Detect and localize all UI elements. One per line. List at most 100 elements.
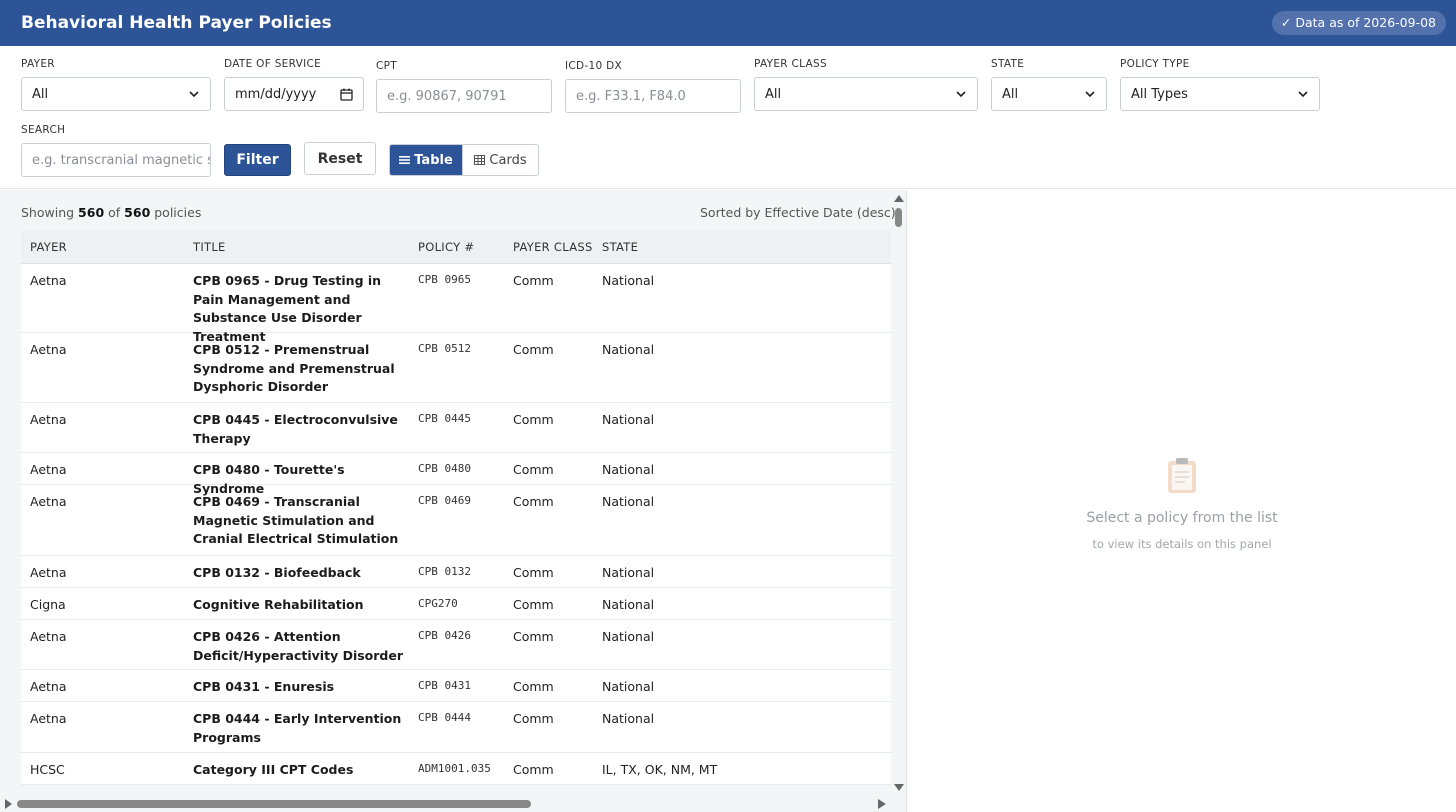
row-payer-class: Comm	[513, 412, 554, 427]
payer-class-select[interactable]: All	[754, 77, 978, 111]
row-payer: Aetna	[30, 629, 67, 644]
policy-type-select[interactable]: All Types	[1120, 77, 1320, 111]
table-row[interactable]: Aetna CPB 0445 - Electroconvulsive Therap…	[21, 403, 891, 453]
cpt-input[interactable]: e.g. 90867, 90791	[376, 79, 552, 113]
row-title: CPB 0426 - Attention Deficit/Hyperactivi…	[193, 629, 404, 663]
filter-panel: PAYER All DATE OF SERVICE mm/dd/yyyy CPT…	[0, 46, 1456, 189]
row-payer-class: Comm	[513, 679, 554, 694]
table-row[interactable]: Aetna CPB 0132 - Biofeedback CPB 0132 Comm N…	[21, 556, 891, 588]
reset-button[interactable]: Reset	[304, 142, 376, 175]
row-state: National	[602, 462, 655, 477]
row-title: CPB 0512 - Premenstrual Syndrome and Pre…	[193, 342, 395, 395]
column-header-policy[interactable]: POLICY #	[418, 240, 474, 254]
table-row[interactable]: Aetna CPB 0444 - Early Intervention Progr…	[21, 702, 891, 753]
row-payer-class: Comm	[513, 762, 554, 777]
table-row[interactable]: Aetna CPB 0426 - Attention Deficit/Hypera…	[21, 620, 891, 670]
row-state: National	[602, 273, 655, 288]
search-label: SEARCH	[21, 124, 66, 136]
payer-class-filter: PAYER CLASS	[754, 58, 827, 70]
row-payer-class: Comm	[513, 597, 554, 612]
row-title: CPB 0444 - Early Intervention Programs	[193, 711, 402, 745]
state-select[interactable]: All	[991, 77, 1107, 111]
total-count: 560	[124, 205, 151, 220]
row-state: National	[602, 597, 655, 612]
app-header: Behavioral Health Payer Policies ✓ Data …	[0, 0, 1456, 46]
row-state: National	[602, 342, 655, 357]
row-policy-number: CPB 0444	[418, 711, 471, 724]
search-input[interactable]: e.g. transcranial magnetic st	[21, 143, 211, 177]
table-row[interactable]: Aetna CPB 0965 - Drug Testing in Pain Man…	[21, 264, 891, 344]
table-body: Aetna CPB 0965 - Drug Testing in Pain Man…	[21, 264, 891, 785]
search-placeholder: e.g. transcranial magnetic st	[32, 152, 211, 168]
row-policy-number: CPB 0480	[418, 462, 471, 475]
row-policy-number: CPB 0965	[418, 273, 471, 286]
summary-suffix: policies	[154, 205, 202, 220]
table-row[interactable]: HCSC Category III CPT Codes ADM1001.035 Com…	[21, 753, 891, 785]
state-label: STATE	[991, 58, 1025, 70]
cpt-label: CPT	[376, 60, 397, 72]
policy-type-label: POLICY TYPE	[1120, 58, 1190, 70]
date-of-service-placeholder: mm/dd/yyyy	[235, 86, 317, 102]
row-title: CPB 0445 - Electroconvulsive Therapy	[193, 412, 398, 446]
column-header-title[interactable]: TITLE	[193, 240, 408, 254]
chevron-down-icon	[189, 91, 199, 98]
horizontal-scrollbar[interactable]	[0, 796, 891, 812]
page-title: Behavioral Health Payer Policies	[21, 13, 332, 33]
policy-type-filter: POLICY TYPE	[1120, 58, 1190, 70]
table-header: PAYER TITLE POLICY # PAYER CLASS STATE	[21, 230, 891, 264]
table-row[interactable]: Aetna CPB 0469 - Transcranial Magnetic St…	[21, 485, 891, 556]
state-value: All	[1002, 86, 1019, 102]
row-state: IL, TX, OK, NM, MT	[602, 762, 718, 777]
row-state: National	[602, 565, 655, 580]
table-view-button[interactable]: Table	[390, 145, 463, 175]
payer-select[interactable]: All	[21, 77, 211, 111]
table-row[interactable]: Cigna Cognitive Rehabilitation CPG270 Comm N…	[21, 588, 891, 620]
cards-view-label: Cards	[489, 152, 527, 168]
table-row[interactable]: Aetna CPB 0431 - Enuresis CPB 0431 Comm Nati…	[21, 670, 891, 702]
row-payer-class: Comm	[513, 342, 554, 357]
summary-of: of	[108, 205, 121, 220]
cards-view-button[interactable]: Cards	[462, 145, 538, 175]
row-state: National	[602, 494, 655, 509]
row-policy-number: CPB 0431	[418, 679, 471, 692]
policy-table: PAYER TITLE POLICY # PAYER CLASS STATE A…	[21, 230, 891, 785]
row-payer-class: Comm	[513, 273, 554, 288]
row-payer: Aetna	[30, 565, 67, 580]
date-of-service-label: DATE OF SERVICE	[224, 58, 322, 70]
payer-select-value: All	[32, 86, 49, 102]
vertical-scrollbar[interactable]	[891, 190, 907, 798]
row-payer: Aetna	[30, 412, 67, 427]
search-filter: SEARCH	[21, 124, 65, 136]
column-header-payer[interactable]: PAYER	[30, 240, 67, 254]
table-row[interactable]: Aetna CPB 0480 - Tourette's Syndrome CPB 0…	[21, 453, 891, 496]
table-row[interactable]: Aetna CPB 0512 - Premenstrual Syndrome an…	[21, 333, 891, 403]
calendar-icon[interactable]	[340, 88, 353, 101]
policy-type-value: All Types	[1131, 86, 1188, 102]
row-payer-class: Comm	[513, 711, 554, 726]
row-payer: Aetna	[30, 342, 67, 357]
row-state: National	[602, 679, 655, 694]
row-payer: Aetna	[30, 679, 67, 694]
chevron-down-icon	[1298, 91, 1308, 98]
grid-icon	[474, 155, 486, 165]
payer-filter-label: PAYER	[21, 58, 55, 70]
row-policy-number: CPB 0132	[418, 565, 471, 578]
row-title: CPB 0431 - Enuresis	[193, 679, 335, 694]
row-policy-number: CPG270	[418, 597, 458, 610]
column-header-state[interactable]: STATE	[602, 240, 638, 254]
chevron-down-icon	[956, 91, 966, 98]
view-toggle: Table Cards	[389, 144, 539, 176]
clipboard-icon	[1168, 458, 1196, 493]
column-header-payer-class[interactable]: PAYER CLASS	[513, 240, 593, 254]
icd10-filter: ICD-10 DX	[565, 60, 622, 72]
row-policy-number: ADM1001.035	[418, 762, 491, 775]
empty-state-subtitle: to view its details on this panel	[1092, 537, 1272, 551]
date-of-service-input[interactable]: mm/dd/yyyy	[224, 77, 364, 111]
icd10-input[interactable]: e.g. F33.1, F84.0	[565, 79, 741, 113]
list-icon	[399, 156, 411, 164]
row-payer: HCSC	[30, 762, 65, 777]
row-state: National	[602, 711, 655, 726]
policy-detail-pane: Select a policy from the list to view it…	[908, 190, 1456, 812]
filter-button[interactable]: Filter	[224, 144, 291, 176]
state-filter: STATE	[991, 58, 1024, 70]
